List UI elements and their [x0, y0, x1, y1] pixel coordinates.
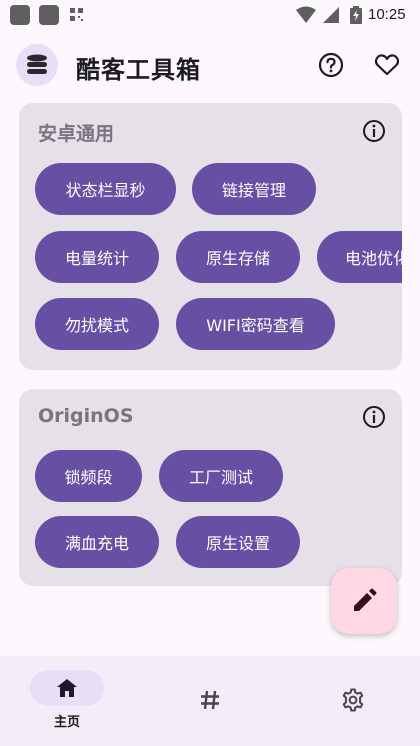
chip-full-charge[interactable]: 满血充电 — [35, 516, 159, 568]
section-android-general: 安卓通用 状态栏显秒 链接管理 电量统计 原生存储 电池优化 勿扰模式 WIFI… — [19, 103, 402, 370]
chip-native-storage[interactable]: 原生存储 — [176, 231, 300, 283]
app-bar: 酷客工具箱 — [0, 40, 420, 92]
favorite-icon[interactable] — [374, 52, 400, 78]
edit-pencil-icon — [354, 588, 377, 611]
chip-native-settings[interactable]: 原生设置 — [176, 516, 300, 568]
chip-battery-stats[interactable]: 电量统计 — [35, 231, 159, 283]
app-notification-icon — [39, 5, 59, 25]
app-title: 酷客工具箱 — [76, 56, 201, 84]
edit-fab[interactable] — [331, 568, 397, 634]
chip-link-manager[interactable]: 链接管理 — [192, 163, 316, 215]
chip-wifi-password[interactable]: WIFI密码查看 — [176, 298, 335, 350]
status-time: 10:25 — [368, 6, 406, 23]
signal-icon — [323, 7, 339, 23]
home-icon — [57, 679, 77, 697]
section-originos: OriginOS 锁频段 工厂测试 满血充电 原生设置 — [19, 389, 402, 586]
info-icon[interactable] — [362, 119, 386, 143]
section-title: OriginOS — [38, 405, 134, 427]
status-bar: 10:25 — [0, 0, 420, 30]
battery-icon — [350, 6, 362, 24]
nav-home-label: 主页 — [53, 715, 80, 730]
qr-code-icon — [70, 8, 83, 21]
stack-icon — [27, 54, 47, 74]
chip-do-not-disturb[interactable]: 勿扰模式 — [35, 298, 159, 350]
nav-home[interactable] — [30, 670, 104, 706]
bottom-navigation: 主页 — [0, 656, 420, 746]
info-icon[interactable] — [362, 405, 386, 429]
hashtag-icon — [201, 690, 219, 710]
gear-icon — [342, 688, 364, 712]
chip-lock-band[interactable]: 锁频段 — [35, 450, 142, 502]
chip-battery-optimization[interactable]: 电池优化 — [317, 231, 402, 283]
section-title: 安卓通用 — [38, 123, 115, 145]
chip-status-bar-seconds[interactable]: 状态栏显秒 — [35, 163, 176, 215]
wifi-icon — [296, 6, 316, 23]
nav-tag[interactable] — [196, 686, 224, 714]
help-icon[interactable] — [318, 52, 344, 78]
nav-settings[interactable] — [339, 686, 367, 714]
chip-factory-test[interactable]: 工厂测试 — [159, 450, 283, 502]
app-logo — [16, 44, 58, 86]
app-notification-icon — [10, 5, 30, 25]
